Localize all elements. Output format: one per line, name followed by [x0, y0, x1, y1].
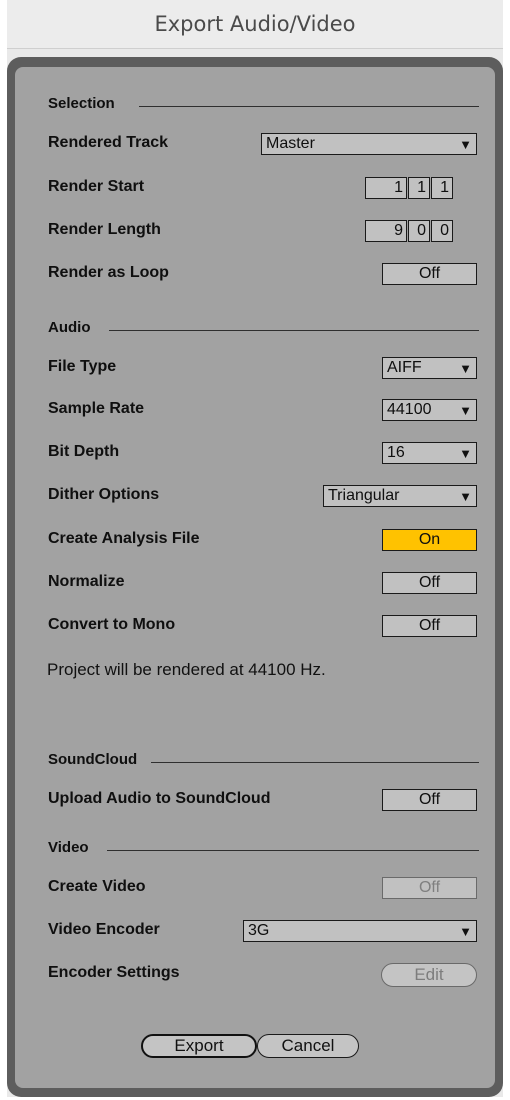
row-render-start: Render Start 1 1 1 [15, 174, 495, 204]
section-video: Video [15, 835, 495, 865]
render-as-loop-toggle[interactable]: Off [382, 263, 477, 285]
upload-soundcloud-label: Upload Audio to SoundCloud [48, 790, 271, 807]
row-file-type: File Type AIFF ▼ [15, 354, 495, 384]
section-soundcloud: SoundCloud [15, 747, 495, 777]
row-encoder-settings: Encoder Settings Edit [15, 960, 495, 990]
render-start-sixteenths[interactable]: 1 [431, 177, 453, 199]
render-start-beats[interactable]: 1 [408, 177, 430, 199]
row-normalize: Normalize Off [15, 569, 495, 599]
video-encoder-dropdown[interactable]: 3G ▼ [243, 920, 477, 942]
create-analysis-file-toggle[interactable]: On [382, 529, 477, 551]
render-length-label: Render Length [48, 221, 161, 238]
encoder-settings-edit-button[interactable]: Edit [381, 963, 477, 987]
rendered-track-dropdown[interactable]: Master ▼ [261, 133, 477, 155]
dither-options-dropdown[interactable]: Triangular ▼ [323, 485, 477, 507]
section-divider [107, 850, 479, 851]
section-audio: Audio [15, 315, 495, 345]
render-length-beats[interactable]: 0 [408, 220, 430, 242]
create-analysis-file-label: Create Analysis File [48, 530, 200, 547]
video-encoder-value: 3G [248, 922, 270, 939]
section-divider [151, 762, 479, 763]
upload-soundcloud-toggle[interactable]: Off [382, 789, 477, 811]
row-create-video: Create Video Off [15, 874, 495, 904]
triangle-down-icon: ▼ [459, 924, 472, 939]
file-type-label: File Type [48, 358, 117, 375]
render-info-text: Project will be rendered at 44100 Hz. [47, 660, 326, 679]
row-render-length: Render Length 9 0 0 [15, 217, 495, 247]
dialog-frame: Selection Rendered Track Master ▼ Render… [7, 57, 503, 1097]
section-selection: Selection [15, 91, 495, 121]
triangle-down-icon: ▼ [459, 137, 472, 152]
row-rendered-track: Rendered Track Master ▼ [15, 130, 495, 160]
bit-depth-dropdown[interactable]: 16 ▼ [382, 442, 477, 464]
settings-panel: Selection Rendered Track Master ▼ Render… [15, 67, 495, 1088]
row-dither-options: Dither Options Triangular ▼ [15, 482, 495, 512]
section-divider [109, 330, 479, 331]
section-heading-video: Video [48, 839, 89, 856]
encoder-settings-label: Encoder Settings [48, 964, 180, 981]
render-as-loop-label: Render as Loop [48, 264, 169, 281]
bit-depth-label: Bit Depth [48, 443, 120, 460]
row-sample-rate: Sample Rate 44100 ▼ [15, 396, 495, 426]
row-render-as-loop: Render as Loop Off [15, 260, 495, 290]
triangle-down-icon: ▼ [459, 446, 472, 461]
section-heading-audio: Audio [48, 319, 91, 336]
window-title: Export Audio/Video [7, 0, 503, 49]
file-type-value: AIFF [387, 359, 422, 376]
row-video-encoder: Video Encoder 3G ▼ [15, 917, 495, 947]
sample-rate-value: 44100 [387, 401, 432, 418]
section-divider [139, 106, 479, 107]
normalize-toggle[interactable]: Off [382, 572, 477, 594]
triangle-down-icon: ▼ [459, 489, 472, 504]
render-length-bars[interactable]: 9 [365, 220, 407, 242]
section-heading-soundcloud: SoundCloud [48, 751, 138, 768]
render-length-sixteenths[interactable]: 0 [431, 220, 453, 242]
row-convert-to-mono: Convert to Mono Off [15, 612, 495, 642]
rendered-track-label: Rendered Track [48, 134, 169, 151]
rendered-track-value: Master [266, 135, 315, 152]
export-dialog-window: Export Audio/Video Selection Rendered Tr… [7, 0, 503, 1097]
row-upload-soundcloud: Upload Audio to SoundCloud Off [15, 786, 495, 816]
section-heading-selection: Selection [48, 95, 115, 112]
convert-to-mono-label: Convert to Mono [48, 616, 176, 633]
sample-rate-label: Sample Rate [48, 400, 145, 417]
video-encoder-label: Video Encoder [48, 921, 160, 938]
triangle-down-icon: ▼ [459, 361, 472, 376]
create-video-toggle[interactable]: Off [382, 877, 477, 899]
cancel-button[interactable]: Cancel [257, 1034, 359, 1058]
bit-depth-value: 16 [387, 444, 405, 461]
convert-to-mono-toggle[interactable]: Off [382, 615, 477, 637]
render-start-label: Render Start [48, 178, 145, 195]
render-start-bars[interactable]: 1 [365, 177, 407, 199]
row-create-analysis-file: Create Analysis File On [15, 526, 495, 556]
dither-options-label: Dither Options [48, 486, 160, 503]
export-button[interactable]: Export [141, 1034, 257, 1058]
normalize-label: Normalize [48, 573, 125, 590]
row-bit-depth: Bit Depth 16 ▼ [15, 439, 495, 469]
triangle-down-icon: ▼ [459, 403, 472, 418]
dither-options-value: Triangular [328, 487, 400, 504]
create-video-label: Create Video [48, 878, 146, 895]
sample-rate-dropdown[interactable]: 44100 ▼ [382, 399, 477, 421]
file-type-dropdown[interactable]: AIFF ▼ [382, 357, 477, 379]
